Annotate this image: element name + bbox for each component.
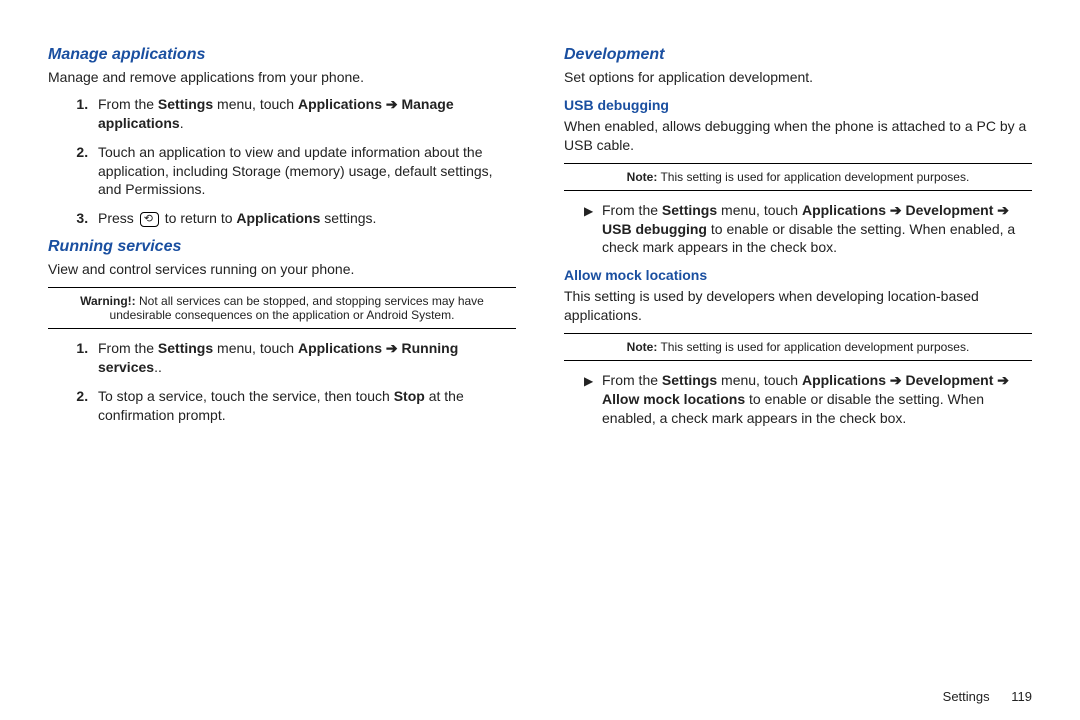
manual-page: Manage applications Manage and remove ap… [0,0,1080,458]
development-intro: Set options for application development. [564,68,1032,87]
text: to return to [161,210,236,226]
text: menu, touch [213,96,298,112]
note-label: Note: [627,340,658,354]
manage-step-1: From the Settings menu, touch Applicatio… [92,95,516,133]
usb-instruction: ▶ From the Settings menu, touch Applicat… [584,201,1032,258]
applications-label: Applications [236,210,320,226]
usb-instruction-text: From the Settings menu, touch Applicatio… [602,201,1032,258]
heading-development: Development [564,46,1032,64]
manage-intro: Manage and remove applications from your… [48,68,516,87]
return-icon: ⟲ [140,212,159,227]
left-column: Manage applications Manage and remove ap… [48,40,516,438]
usb-intro: When enabled, allows debugging when the … [564,117,1032,155]
text: To stop a service, touch the service, th… [98,388,394,404]
mock-note-box: Note: This setting is used for applicati… [564,333,1032,361]
triangle-bullet-icon: ▶ [584,371,602,428]
footer-section: Settings [943,689,990,704]
triangle-bullet-icon: ▶ [584,201,602,258]
note-text: This setting is used for application dev… [657,170,969,184]
heading-allow-mock-locations: Allow mock locations [564,267,1032,283]
text: menu, touch [213,340,298,356]
usb-note-box: Note: This setting is used for applicati… [564,163,1032,191]
note-text: This setting is used for application dev… [657,340,969,354]
text: From the [602,372,662,388]
footer-page-number: 119 [1011,689,1032,704]
mock-instruction: ▶ From the Settings menu, touch Applicat… [584,371,1032,428]
settings-label: Settings [662,372,717,388]
heading-usb-debugging: USB debugging [564,97,1032,113]
mock-instruction-text: From the Settings menu, touch Applicatio… [602,371,1032,428]
manage-step-2: Touch an application to view and update … [92,143,516,200]
text: From the [98,340,158,356]
settings-label: Settings [158,96,213,112]
text: settings. [320,210,376,226]
note-label: Note: [627,170,658,184]
settings-label: Settings [158,340,213,356]
running-steps: From the Settings menu, touch Applicatio… [48,339,516,425]
heading-manage-applications: Manage applications [48,46,516,64]
text: menu, touch [717,202,802,218]
heading-running-services: Running services [48,238,516,256]
right-column: Development Set options for application … [564,40,1032,438]
stop-label: Stop [394,388,425,404]
settings-label: Settings [662,202,717,218]
text: menu, touch [717,372,802,388]
warning-label: Warning!: [80,294,136,308]
running-step-2: To stop a service, touch the service, th… [92,387,516,425]
text: . [180,115,184,131]
running-intro: View and control services running on you… [48,260,516,279]
mock-intro: This setting is used by developers when … [564,287,1032,325]
text: From the [98,96,158,112]
warning-box: Warning!: Not all services can be stoppe… [48,287,516,329]
text: .. [154,359,162,375]
text: From the [602,202,662,218]
manage-step-3: Press ⟲ to return to Applications settin… [92,209,516,228]
page-footer: Settings 119 [943,689,1032,704]
manage-steps: From the Settings menu, touch Applicatio… [48,95,516,228]
running-step-1: From the Settings menu, touch Applicatio… [92,339,516,377]
warning-text: Not all services can be stopped, and sto… [110,294,484,322]
text: Press [98,210,138,226]
